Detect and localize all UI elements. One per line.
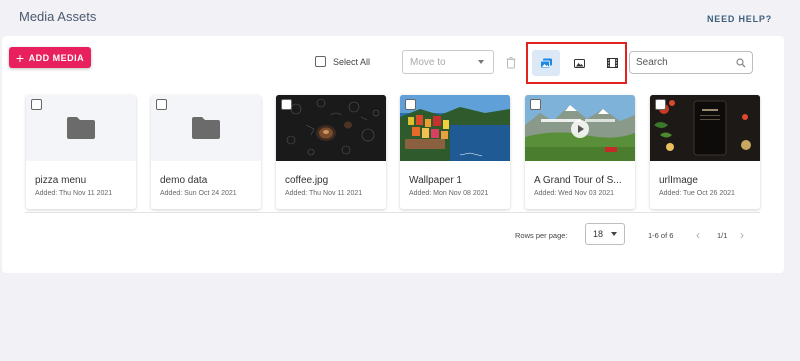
card-added-date: Added: Wed Nov 03 2021: [534, 190, 615, 197]
card-thumbnail: [26, 95, 136, 161]
view-all-media-button[interactable]: [532, 50, 560, 76]
card-added-date: Added: Tue Oct 26 2021: [659, 190, 735, 197]
videos-view-icon: [606, 58, 618, 68]
plus-icon: +: [15, 49, 25, 66]
chevron-down-icon: [611, 232, 617, 236]
folder-icon: [192, 117, 220, 139]
card-checkbox[interactable]: [530, 99, 541, 110]
chevron-right-icon: ›: [740, 228, 744, 242]
card-checkbox[interactable]: [281, 99, 292, 110]
wallpaper-image: [400, 95, 510, 161]
card-thumbnail: [400, 95, 510, 161]
rows-per-page-value: 18: [593, 229, 604, 239]
folder-icon: [67, 117, 95, 139]
card-thumbnail: [151, 95, 261, 161]
card-name: pizza menu: [35, 175, 87, 186]
card-thumbnail: [650, 95, 760, 161]
card-checkbox[interactable]: [405, 99, 416, 110]
view-videos-button[interactable]: [598, 50, 626, 76]
next-page-button[interactable]: ›: [740, 228, 744, 242]
select-all[interactable]: Select All: [315, 56, 370, 67]
media-card[interactable]: pizza menu Added: Thu Nov 11 2021: [26, 95, 136, 209]
add-media-button[interactable]: + ADD MEDIA: [9, 47, 91, 68]
search-input[interactable]: [636, 57, 728, 68]
media-card[interactable]: A Grand Tour of S... Added: Wed Nov 03 2…: [525, 95, 635, 209]
card-checkbox[interactable]: [655, 99, 666, 110]
move-to-placeholder: Move to: [410, 56, 446, 68]
media-card[interactable]: Wallpaper 1 Added: Mon Nov 08 2021: [400, 95, 510, 209]
search-box[interactable]: [629, 51, 753, 74]
need-help-link[interactable]: NEED HELP?: [707, 14, 772, 24]
chevron-left-icon: ‹: [696, 228, 700, 242]
move-to-select[interactable]: Move to: [402, 50, 494, 74]
add-media-label: ADD MEDIA: [28, 52, 85, 63]
search-icon[interactable]: [736, 57, 746, 68]
images-view-icon: [573, 58, 585, 68]
card-name: Wallpaper 1: [409, 175, 462, 186]
all-media-view-icon: [539, 58, 552, 68]
trash-icon: [506, 57, 516, 69]
pagination-range: 1-6 of 6: [648, 231, 674, 240]
page-indicator: 1/1: [717, 231, 728, 240]
card-thumbnail: [276, 95, 386, 161]
card-checkbox[interactable]: [156, 99, 167, 110]
card-added-date: Added: Mon Nov 08 2021: [409, 190, 489, 197]
card-added-date: Added: Thu Nov 11 2021: [35, 190, 113, 197]
card-added-date: Added: Thu Nov 11 2021: [285, 190, 363, 197]
coffee-image: [276, 95, 386, 161]
card-checkbox[interactable]: [31, 99, 42, 110]
card-name: demo data: [160, 175, 208, 186]
card-name: coffee.jpg: [285, 175, 329, 186]
delete-button[interactable]: [505, 56, 517, 69]
card-name: A Grand Tour of S...: [534, 175, 622, 186]
chevron-down-icon: [478, 60, 484, 64]
select-all-checkbox[interactable]: [315, 56, 326, 67]
select-all-label: Select All: [333, 56, 371, 67]
media-card[interactable]: coffee.jpg Added: Thu Nov 11 2021: [276, 95, 386, 209]
prev-page-button[interactable]: ‹: [696, 228, 700, 242]
media-card[interactable]: demo data Added: Sun Oct 24 2021: [151, 95, 261, 209]
media-card[interactable]: urlImage Added: Tue Oct 26 2021: [650, 95, 760, 209]
rows-per-page-select[interactable]: 18: [585, 223, 625, 245]
url-image: [650, 95, 760, 161]
grid-divider: [25, 212, 760, 213]
card-name: urlImage: [659, 175, 698, 186]
view-images-button[interactable]: [565, 50, 593, 76]
play-icon: [571, 120, 589, 138]
page-title: Media Assets: [19, 9, 97, 24]
card-thumbnail: [525, 95, 635, 161]
rows-per-page-label: Rows per page:: [515, 231, 568, 240]
card-added-date: Added: Sun Oct 24 2021: [160, 190, 237, 197]
